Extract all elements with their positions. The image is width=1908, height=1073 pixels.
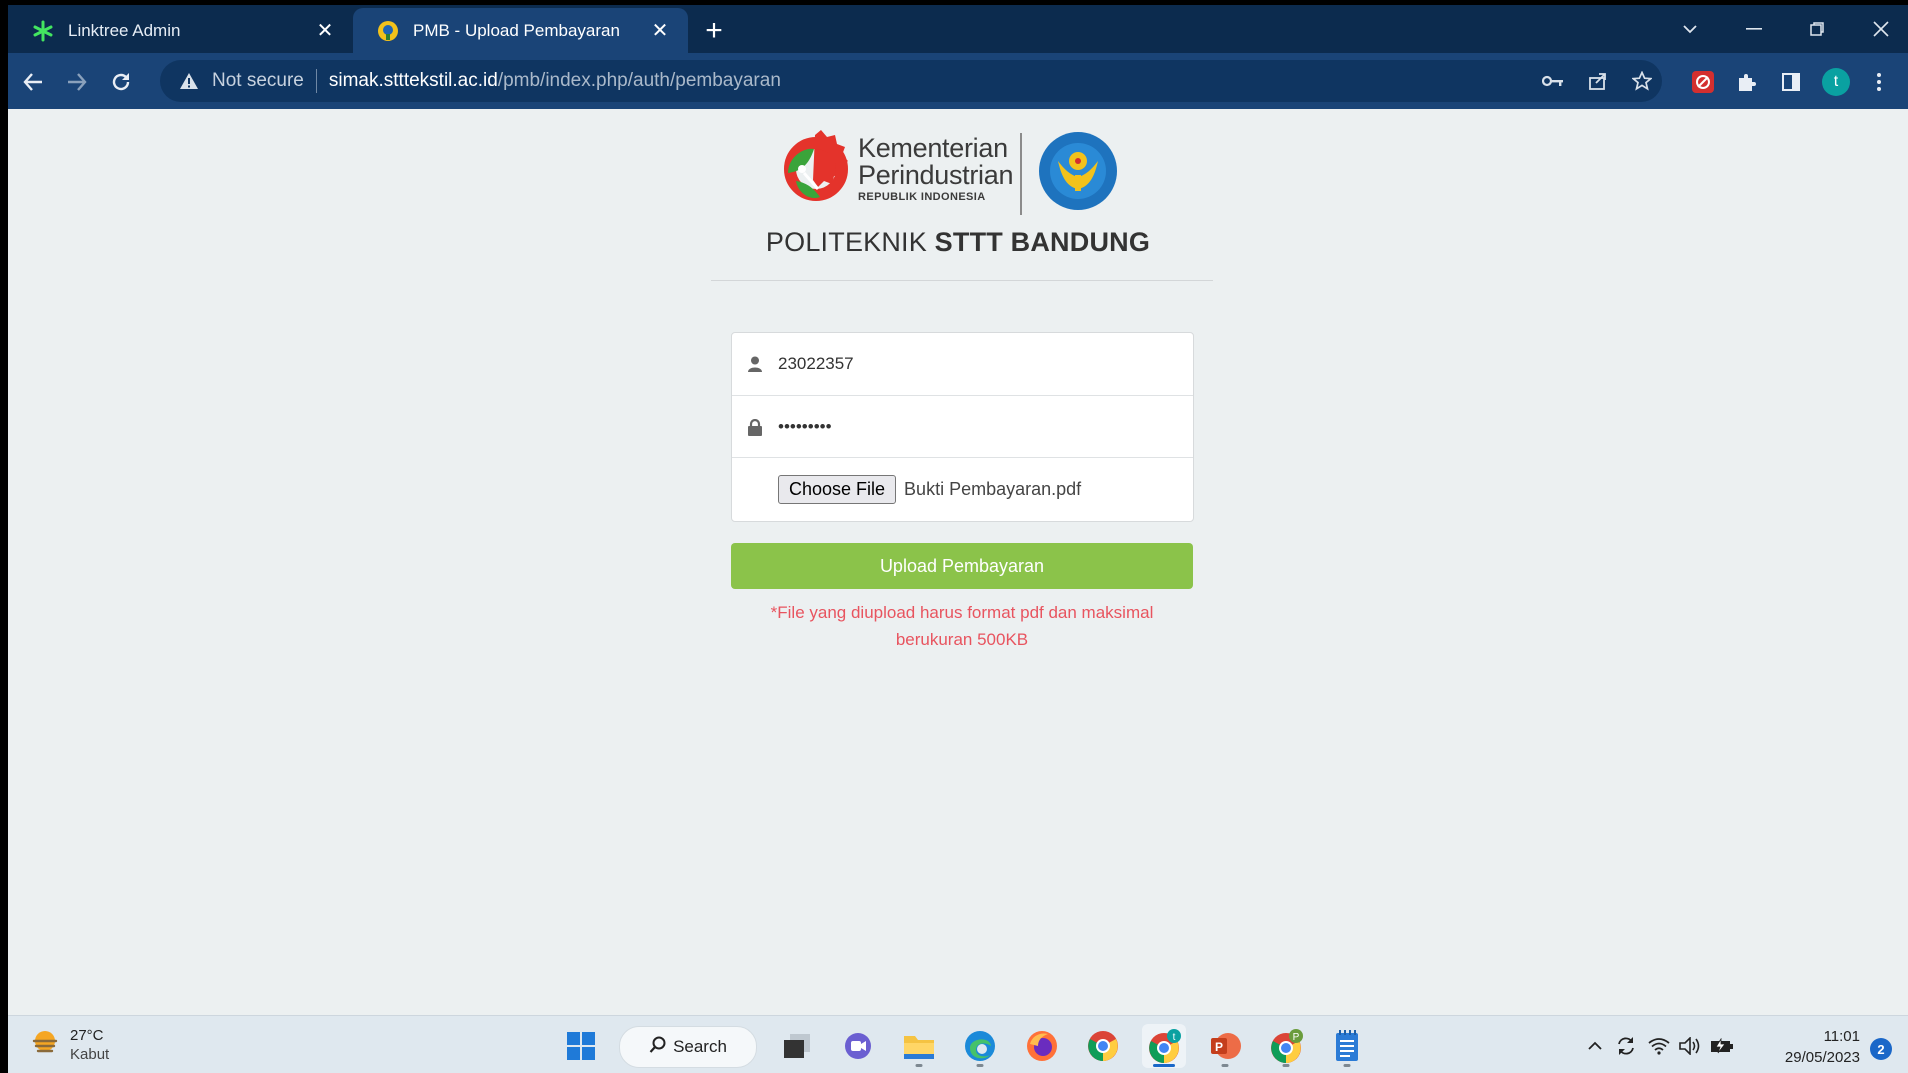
password-field[interactable]: ••••••••• — [732, 395, 1193, 458]
chrome-profile-p-icon[interactable]: P — [1264, 1024, 1308, 1068]
logo-line3: REPUBLIK INDONESIA — [858, 191, 986, 203]
profile-initial: t — [1822, 68, 1850, 96]
tab-linktree-admin[interactable]: Linktree Admin ✕ — [8, 8, 353, 53]
back-icon[interactable] — [14, 63, 52, 101]
screen: Linktree Admin ✕ PMB - Upload Pembayaran… — [8, 5, 1908, 1073]
firefox-icon[interactable] — [1020, 1024, 1064, 1068]
sync-icon[interactable] — [1612, 1032, 1640, 1060]
page-title-regular: POLITEKNIK — [765, 227, 935, 257]
volume-icon[interactable] — [1676, 1032, 1704, 1060]
show-hidden-icons-chevron-up-icon[interactable] — [1581, 1032, 1609, 1060]
polteksttt-icon — [377, 20, 399, 42]
svg-text:P: P — [1293, 1032, 1300, 1043]
file-requirement-note: *File yang diupload harus format pdf dan… — [770, 603, 1154, 649]
page-title: POLITEKNIK STTT BANDUNG — [708, 227, 1208, 258]
svg-text:t: t — [1173, 1032, 1176, 1043]
weather-temp: 27°C — [70, 1027, 104, 1044]
url-host: simak.stttekstil.ac.id — [328, 70, 498, 91]
running-indicator — [976, 1064, 984, 1067]
close-tab-icon[interactable]: ✕ — [311, 17, 339, 45]
logo-line2: Perindustrian — [858, 160, 1014, 190]
logo-line1: Kementerian — [858, 133, 1008, 163]
tab-title: Linktree Admin — [68, 20, 181, 40]
new-tab-button[interactable]: + — [698, 14, 730, 47]
search-label: Search — [673, 1037, 727, 1056]
linktree-icon — [32, 20, 54, 42]
teams-chat-icon[interactable] — [836, 1024, 880, 1068]
reload-icon[interactable] — [102, 63, 140, 101]
notepad-icon[interactable] — [1325, 1024, 1369, 1068]
profile-avatar[interactable]: t — [1817, 63, 1855, 101]
tab-title: PMB - Upload Pembayaran — [413, 20, 620, 40]
weather-fog-icon — [30, 1028, 60, 1063]
lock-icon — [732, 418, 778, 436]
running-indicator — [1343, 1064, 1351, 1067]
header-logos: Kementerian Perindustrian REPUBLIK INDON… — [774, 127, 1124, 217]
clock-date: 29/05/2023 — [1784, 1049, 1860, 1066]
divider — [315, 69, 317, 93]
file-field: Choose File Bukti Pembayaran.pdf — [732, 457, 1193, 520]
menu-kebab-icon[interactable] — [1860, 63, 1898, 101]
page-title-bold: STTT BANDUNG — [934, 227, 1151, 257]
wifi-icon[interactable] — [1645, 1032, 1673, 1060]
url-text[interactable]: simak.stttekstil.ac.id/pmb/index.php/aut… — [329, 70, 781, 92]
warning-icon[interactable] — [178, 70, 200, 92]
browser-toolbar: Not secure simak.stttekstil.ac.id/pmb/in… — [8, 53, 1908, 109]
active-indicator — [1153, 1064, 1175, 1067]
svg-text:P: P — [1215, 1040, 1223, 1054]
user-icon — [732, 356, 778, 372]
url-path: /pmb/index.php/auth/pembayaran — [497, 70, 781, 91]
chrome-profile-t-icon[interactable]: t — [1142, 1024, 1186, 1068]
address-bar[interactable]: Not secure simak.stttekstil.ac.id/pmb/in… — [160, 60, 1662, 102]
powerpoint-icon[interactable]: P — [1203, 1024, 1247, 1068]
file-explorer-icon[interactable] — [897, 1024, 941, 1068]
running-indicator — [915, 1064, 923, 1067]
upload-form: 23022357 ••••••••• Choose File Bukti Pem… — [731, 332, 1194, 522]
start-windows-icon[interactable] — [559, 1024, 603, 1068]
kemenperin-wordmark: Kementerian Perindustrian REPUBLIK INDON… — [858, 135, 1013, 203]
weather-widget[interactable]: 27°C Kabut — [30, 1026, 109, 1064]
choose-file-button[interactable]: Choose File — [778, 474, 897, 504]
upload-pembayaran-button[interactable]: Upload Pembayaran — [731, 543, 1193, 589]
username-field[interactable]: 23022357 — [732, 333, 1193, 395]
bookmark-star-icon[interactable] — [1622, 60, 1662, 102]
logo-divider — [1020, 133, 1022, 215]
notification-badge[interactable]: 2 — [1870, 1038, 1892, 1060]
tab-pmb-upload[interactable]: PMB - Upload Pembayaran ✕ — [353, 8, 688, 53]
weather-text: 27°C Kabut — [70, 1026, 109, 1064]
weather-desc: Kabut — [70, 1046, 110, 1063]
restore-icon[interactable] — [1792, 11, 1842, 47]
key-icon[interactable] — [1533, 60, 1573, 102]
running-indicator — [1282, 1064, 1290, 1067]
running-indicator — [1221, 1064, 1229, 1067]
edge-browser-icon[interactable] — [958, 1024, 1002, 1068]
close-tab-icon[interactable]: ✕ — [646, 17, 674, 45]
divider — [711, 280, 1213, 281]
clock-time: 11:01 — [1823, 1028, 1860, 1045]
extensions-puzzle-icon[interactable] — [1728, 63, 1766, 101]
search-icon — [649, 1036, 667, 1059]
share-icon[interactable] — [1578, 60, 1618, 102]
tab-search-icon[interactable] — [1665, 11, 1715, 47]
chrome-icon[interactable] — [1081, 1024, 1125, 1068]
task-view-icon[interactable] — [775, 1024, 819, 1068]
password-value[interactable]: ••••••••• — [778, 417, 832, 437]
browser-tabstrip: Linktree Admin ✕ PMB - Upload Pembayaran… — [8, 5, 1908, 53]
taskbar-search[interactable]: Search — [619, 1026, 757, 1068]
system-clock[interactable]: 11:01 29/05/2023 — [1760, 1026, 1860, 1068]
extension-red-icon[interactable] — [1684, 63, 1722, 101]
page-content: Kementerian Perindustrian REPUBLIK INDON… — [8, 109, 1908, 1015]
battery-charging-icon[interactable] — [1708, 1032, 1736, 1060]
close-window-icon[interactable] — [1856, 11, 1906, 47]
windows-taskbar: 27°C Kabut Search t P P 11:01 29/05/2023… — [8, 1015, 1908, 1073]
minimize-icon[interactable] — [1729, 11, 1779, 47]
forward-icon[interactable] — [58, 63, 96, 101]
username-value[interactable]: 23022357 — [778, 354, 854, 374]
security-label[interactable]: Not secure — [212, 70, 304, 92]
selected-file-name: Bukti Pembayaran.pdf — [904, 478, 1082, 499]
side-panel-icon[interactable] — [1772, 63, 1810, 101]
